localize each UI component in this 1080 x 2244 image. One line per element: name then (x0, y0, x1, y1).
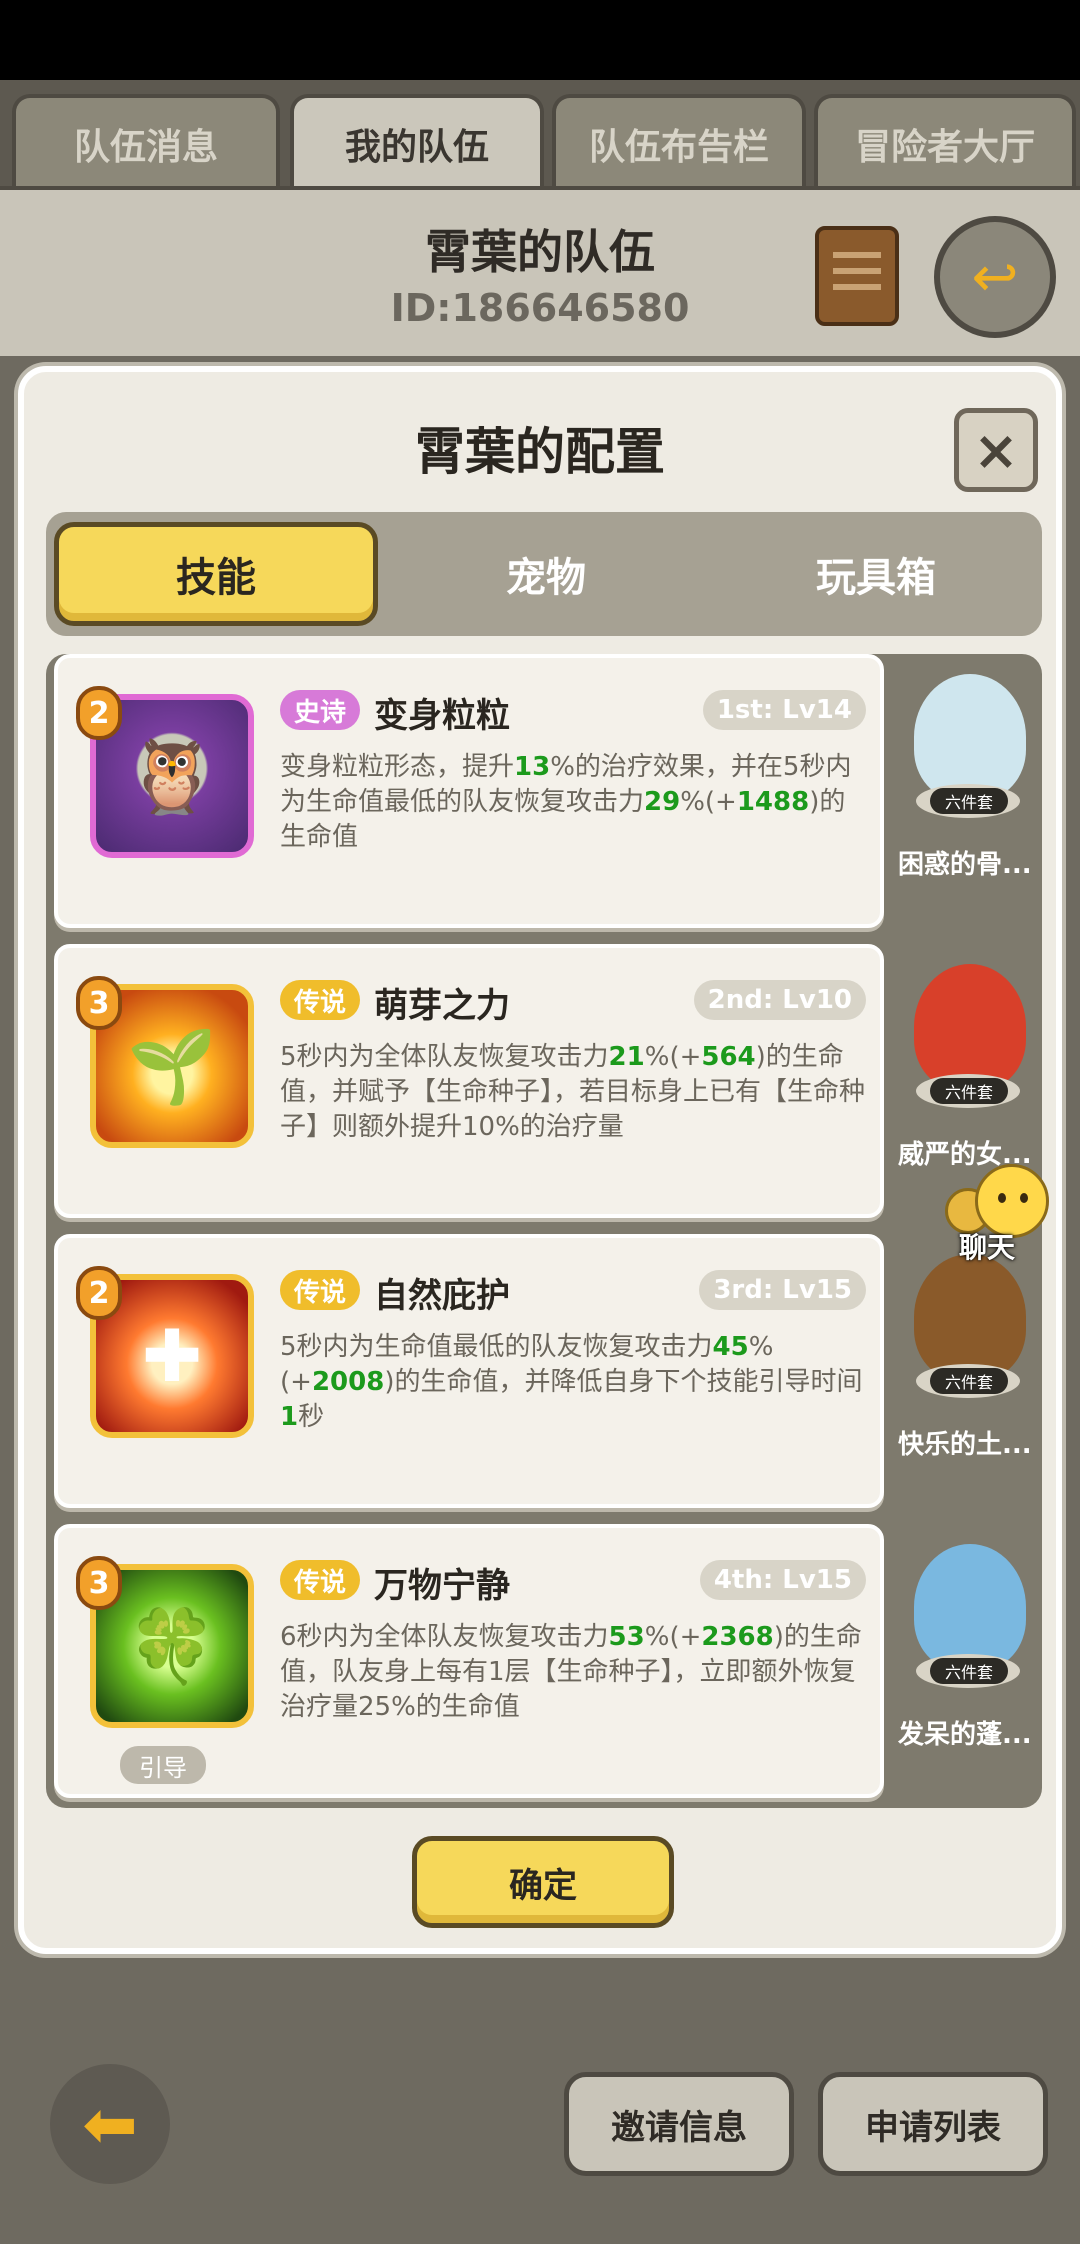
application-list-button[interactable]: 申请列表 (818, 2072, 1048, 2176)
highlight-value: 2008 (311, 1367, 385, 1397)
set-tag: 六件套 (930, 788, 1008, 814)
set-tag: 六件套 (930, 1078, 1008, 1104)
pet-figure (914, 674, 1026, 800)
dialog-title: 霄葉的配置 (415, 423, 665, 481)
skill-description: 6秒内为全体队友恢复攻击力53%(+2368)的生命值，队友身上每有1层【生命种… (280, 1620, 870, 1725)
desc-text: 变身粒粒形态，提升 (280, 752, 515, 782)
top-tab-bar: 队伍消息 我的队伍 队伍布告栏 冒险者大厅 (0, 80, 1080, 190)
pet-slot[interactable]: 六件套 困惑的骨... (896, 654, 1036, 928)
status-bar (0, 0, 1080, 80)
scroll-icon[interactable] (815, 226, 899, 326)
pet-name: 困惑的骨... (898, 850, 1032, 880)
desc-text: 5秒内为全体队友恢复攻击力 (280, 1042, 609, 1072)
channel-tag: 引导 (120, 1746, 206, 1784)
close-button[interactable]: × (954, 408, 1038, 492)
skill-name: 萌芽之力 (374, 986, 510, 1026)
pet-figure (914, 1544, 1026, 1670)
skill-card[interactable]: 🌱 3 传说 萌芽之力 2nd: Lv10 5秒内为全体队友恢复攻击力21%(+… (54, 944, 884, 1218)
desc-text: 秒 (298, 1402, 325, 1432)
desc-text: %(+ (680, 787, 737, 817)
skill-level-badge: 2 (76, 686, 122, 740)
highlight-value: 1488 (736, 787, 810, 817)
tab-team-messages[interactable]: 队伍消息 (12, 94, 280, 190)
highlight-value: 29 (644, 787, 681, 817)
set-tag: 六件套 (930, 1368, 1008, 1394)
skill-description: 变身粒粒形态，提升13%的治疗效果，并在5秒内为生命值最低的队友恢复攻击力29%… (280, 750, 870, 855)
config-tabs: 技能 宠物 玩具箱 (46, 512, 1042, 636)
rarity-badge: 传说 (280, 1560, 361, 1600)
skill-card[interactable]: ✚ 2 传说 自然庇护 3rd: Lv15 5秒内为生命值最低的队友恢复攻击力4… (54, 1234, 884, 1508)
pet-figure (914, 964, 1026, 1090)
skill-description: 5秒内为全体队友恢复攻击力21%(+564)的生命值，并赋予【生命种子】，若目标… (280, 1040, 870, 1145)
skill-name: 变身粒粒 (374, 696, 510, 736)
rarity-badge: 传说 (280, 1270, 361, 1310)
chat-label: 聊天 (959, 1231, 1016, 1264)
rarity-badge: 传说 (280, 980, 361, 1020)
skill-list[interactable]: 🦉 2 史诗 变身粒粒 1st: Lv14 变身粒粒形态，提升13%的治疗效果，… (46, 654, 1042, 1808)
chat-button[interactable]: 聊天 (945, 1164, 1055, 1284)
skill-name: 自然庇护 (374, 1276, 510, 1316)
close-icon: × (973, 418, 1019, 482)
return-icon[interactable]: ↩ (934, 216, 1056, 338)
skill-name: 万物宁静 (374, 1566, 510, 1606)
highlight-value: 45 (712, 1332, 749, 1362)
skill-level-badge: 2 (76, 1266, 122, 1320)
config-dialog: 霄葉的配置 × 技能 宠物 玩具箱 🦉 2 史诗 变身粒粒 1st: Lv14 … (18, 366, 1062, 1954)
desc-text: %(+ (644, 1042, 702, 1072)
rarity-badge: 史诗 (280, 690, 361, 730)
skill-level-badge: 3 (76, 976, 122, 1030)
highlight-value: 13 (514, 752, 551, 782)
skill-rank: 1st: Lv14 (702, 690, 866, 730)
highlight-value: 53 (608, 1622, 645, 1652)
highlight-value: 1 (280, 1402, 299, 1432)
desc-text: %(+ (644, 1622, 702, 1652)
desc-text: )的生命值，并降低自身下个技能引导时间 (384, 1367, 863, 1397)
confirm-button[interactable]: 确定 (412, 1836, 674, 1928)
tab-team-bulletin[interactable]: 队伍布告栏 (552, 94, 806, 190)
desc-text: 5秒内为生命值最低的队友恢复攻击力 (280, 1332, 713, 1362)
skill-card[interactable]: 🍀 3 引导 传说 万物宁静 4th: Lv15 6秒内为全体队友恢复攻击力53… (54, 1524, 884, 1798)
team-name: 霄葉的队伍 (425, 225, 655, 279)
highlight-value: 2368 (701, 1622, 774, 1652)
skill-rank: 3rd: Lv15 (699, 1270, 866, 1310)
skill-card[interactable]: 🦉 2 史诗 变身粒粒 1st: Lv14 变身粒粒形态，提升13%的治疗效果，… (54, 654, 884, 928)
desc-text: 6秒内为全体队友恢复攻击力 (280, 1622, 609, 1652)
skill-rank: 2nd: Lv10 (693, 980, 866, 1020)
tab-adventurer-hall[interactable]: 冒险者大厅 (814, 94, 1076, 190)
tab-toybox[interactable]: 玩具箱 (714, 522, 1038, 626)
pet-name: 快乐的土... (898, 1430, 1032, 1460)
team-header: 霄葉的队伍 ID:186646580 ↩ (0, 186, 1080, 356)
invite-info-button[interactable]: 邀请信息 (564, 2072, 794, 2176)
team-id: ID:186646580 (390, 286, 690, 330)
set-tag: 六件套 (930, 1658, 1008, 1684)
pet-name: 发呆的蓬... (898, 1720, 1032, 1750)
skill-description: 5秒内为生命值最低的队友恢复攻击力45%(+2008)的生命值，并降低自身下个技… (280, 1330, 870, 1435)
skill-rank: 4th: Lv15 (699, 1560, 866, 1600)
tab-my-team[interactable]: 我的队伍 (290, 94, 544, 190)
skill-level-badge: 3 (76, 1556, 122, 1610)
highlight-value: 564 (701, 1042, 756, 1072)
pet-slot[interactable]: 六件套 发呆的蓬... (896, 1524, 1036, 1798)
back-arrow-icon[interactable]: ⬅ (50, 2064, 170, 2184)
tab-skills[interactable]: 技能 (54, 522, 378, 626)
highlight-value: 21 (608, 1042, 645, 1072)
tab-pets[interactable]: 宠物 (384, 522, 708, 626)
